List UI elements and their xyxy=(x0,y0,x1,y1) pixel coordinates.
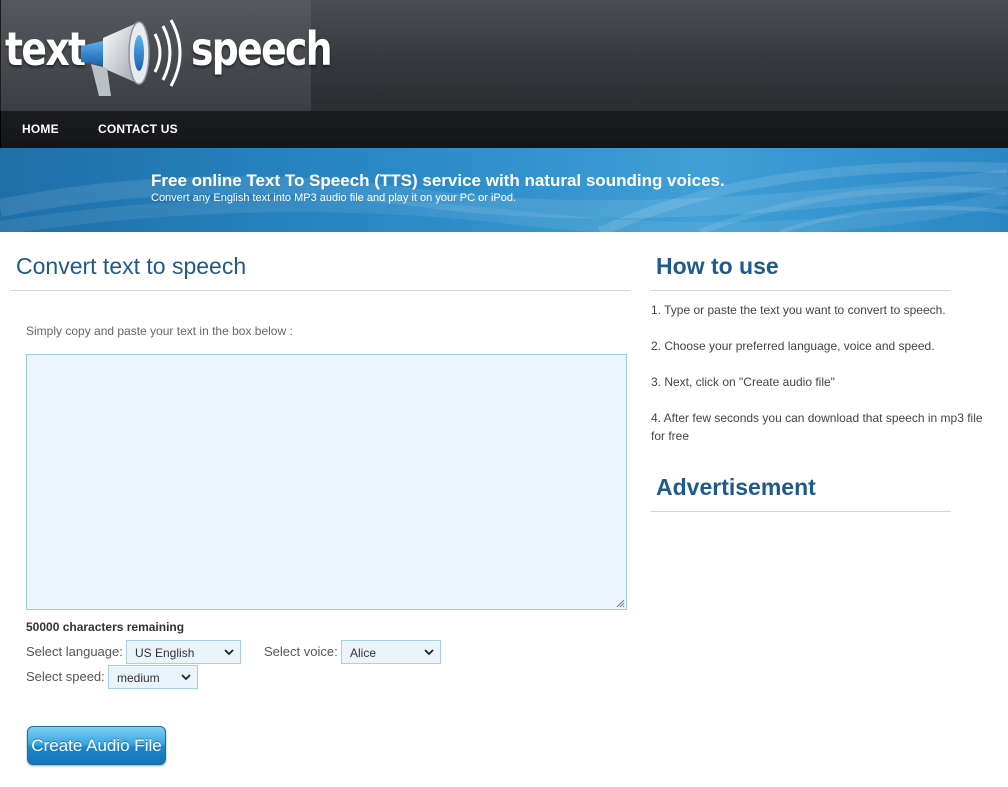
chevron-down-icon xyxy=(424,649,434,656)
main-nav: HOME CONTACT US xyxy=(0,111,1008,148)
megaphone-icon xyxy=(81,19,182,96)
speed-select[interactable]: medium xyxy=(108,665,198,689)
voice-select-value: Alice xyxy=(350,646,377,660)
how-to-use-divider xyxy=(651,290,951,291)
how-to-step-4: 4. After few seconds you can download th… xyxy=(651,411,983,443)
voice-label: Select voice: xyxy=(264,644,338,659)
create-audio-file-button[interactable]: Create Audio File xyxy=(27,726,166,765)
text-input[interactable] xyxy=(26,354,627,610)
converter-title-divider xyxy=(11,290,631,291)
banner-subtitle: Convert any English text into MP3 audio … xyxy=(151,192,517,204)
chevron-down-icon xyxy=(224,649,234,656)
resize-grip-icon[interactable] xyxy=(615,598,625,608)
advertisement-divider xyxy=(651,511,951,512)
speed-label: Select speed: xyxy=(26,669,105,684)
site-header: text speech xyxy=(0,0,1008,111)
characters-remaining: 50000 characters remaining xyxy=(26,620,185,634)
advertisement-title: Advertisement xyxy=(656,474,816,500)
chevron-down-icon xyxy=(181,674,191,681)
language-select-value: US English xyxy=(135,646,195,660)
speed-select-value: medium xyxy=(117,671,160,685)
banner-title: Free online Text To Speech (TTS) service… xyxy=(151,171,725,190)
how-to-step-3: 3. Next, click on "Create audio file" xyxy=(651,375,835,389)
how-to-step-2: 2. Choose your preferred language, voice… xyxy=(651,339,935,353)
converter-instructions: Simply copy and paste your text in the b… xyxy=(26,324,293,338)
site-logo[interactable]: text speech xyxy=(1,0,333,111)
converter-title: Convert text to speech xyxy=(16,253,247,279)
nav-home[interactable]: HOME xyxy=(22,122,59,136)
hero-banner: Free online Text To Speech (TTS) service… xyxy=(0,148,1008,232)
language-select[interactable]: US English xyxy=(126,640,241,664)
logo-speech-word: speech xyxy=(191,22,333,76)
nav-contact-us[interactable]: CONTACT US xyxy=(98,122,178,136)
how-to-step-1: 1. Type or paste the text you want to co… xyxy=(651,303,946,317)
voice-select[interactable]: Alice xyxy=(341,640,441,664)
how-to-use-title: How to use xyxy=(656,253,779,279)
language-label: Select language: xyxy=(26,644,123,659)
logo-text-word: text xyxy=(5,22,86,76)
